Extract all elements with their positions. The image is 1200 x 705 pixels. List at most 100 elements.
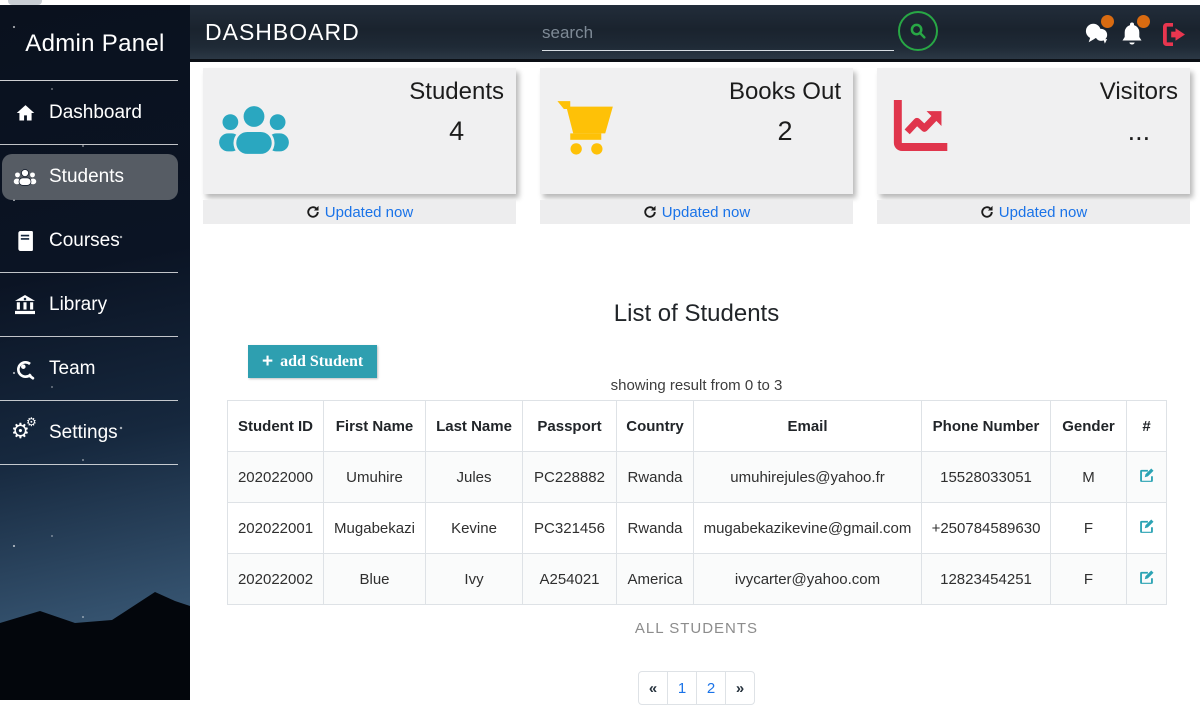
stat-value: 4 — [449, 116, 464, 147]
stat-card-visitors: Visitors ... — [877, 68, 1190, 194]
home-icon — [13, 102, 37, 124]
sidebar: Admin Panel Dashboard — [0, 5, 190, 700]
sidebar-item-label: Students — [49, 166, 124, 188]
refresh-icon — [306, 205, 320, 219]
sidebar-item-students[interactable]: Students — [0, 145, 190, 209]
sidebar-item-team[interactable]: Team — [0, 337, 190, 401]
cell-gender: F — [1051, 554, 1127, 605]
stat-value: ... — [1128, 116, 1151, 147]
showing-results-text: showing result from 0 to 3 — [203, 377, 1190, 394]
col-header: Last Name — [426, 401, 523, 452]
add-student-button[interactable]: + add Student — [248, 345, 377, 378]
admin-dashboard-page: Admin Panel Dashboard — [0, 0, 1200, 700]
gears-icon: ⚙⚙ — [13, 422, 37, 444]
users-icon — [13, 166, 37, 188]
sidebar-item-settings[interactable]: ⚙⚙ Settings — [0, 401, 190, 465]
cell-last-name: Jules — [426, 452, 523, 503]
col-header: Passport — [523, 401, 617, 452]
cell-first-name: Mugabekazi — [324, 503, 426, 554]
col-header: Email — [694, 401, 922, 452]
cell-gender: M — [1051, 452, 1127, 503]
stat-footer-students: Updated now — [203, 200, 516, 224]
stat-footer-visitors: Updated now — [877, 200, 1190, 224]
cell-student-id: 202022001 — [228, 503, 324, 554]
chat-badge — [1101, 15, 1114, 28]
plus-icon: + — [262, 352, 273, 371]
browser-tab-remnant — [8, 0, 42, 5]
cell-first-name: Blue — [324, 554, 426, 605]
refresh-icon — [643, 205, 657, 219]
sidebar-item-library[interactable]: Library — [0, 273, 190, 337]
stat-label: Visitors — [1100, 78, 1178, 106]
table-row: 202022001 Mugabekazi Kevine PC321456 Rwa… — [228, 503, 1167, 554]
list-of-students-heading: List of Students — [203, 300, 1190, 328]
sidebar-item-dashboard[interactable]: Dashboard — [0, 81, 190, 145]
sidebar-item-label: Team — [49, 358, 95, 380]
updated-link[interactable]: Updated now — [999, 204, 1087, 221]
cell-student-id: 202022002 — [228, 554, 324, 605]
bank-icon — [13, 294, 37, 316]
bell-badge — [1137, 15, 1150, 28]
col-header: First Name — [324, 401, 426, 452]
users-icon — [218, 102, 290, 163]
cell-email: mugabekazikevine@gmail.com — [694, 503, 922, 554]
cell-email: ivycarter@yahoo.com — [694, 554, 922, 605]
book-icon — [13, 230, 37, 252]
updated-link[interactable]: Updated now — [662, 204, 750, 221]
refresh-icon — [980, 205, 994, 219]
table-row: 202022000 Umuhire Jules PC228882 Rwanda … — [228, 452, 1167, 503]
sidebar-item-courses[interactable]: Courses — [0, 209, 190, 273]
sidebar-nav: Dashboard Students — [0, 81, 190, 465]
cell-passport: A254021 — [523, 554, 617, 605]
col-header: Country — [617, 401, 694, 452]
cell-phone: 12823454251 — [922, 554, 1051, 605]
sidebar-item-label: Courses — [49, 230, 120, 252]
logout-icon[interactable] — [1162, 23, 1188, 49]
cell-passport: PC228882 — [523, 452, 617, 503]
search-icon — [908, 21, 928, 41]
sidebar-title: Admin Panel — [0, 5, 190, 68]
col-header: Gender — [1051, 401, 1127, 452]
cell-phone: 15528033051 — [922, 452, 1051, 503]
table-header-row: Student ID First Name Last Name Passport… — [228, 401, 1167, 452]
stat-card-students: Students 4 — [203, 68, 516, 194]
headset-icon — [13, 358, 37, 380]
sidebar-item-label: Settings — [49, 422, 118, 444]
cell-email: umuhirejules@yahoo.fr — [694, 452, 922, 503]
cell-passport: PC321456 — [523, 503, 617, 554]
browser-edge — [0, 0, 1200, 5]
stat-label: Students — [409, 78, 504, 106]
pen-square-icon[interactable] — [1138, 467, 1155, 484]
cell-phone: +250784589630 — [922, 503, 1051, 554]
col-header: Phone Number — [922, 401, 1051, 452]
cart-icon — [555, 96, 619, 163]
cell-country: Rwanda — [617, 452, 694, 503]
cell-country: Rwanda — [617, 503, 694, 554]
search-button[interactable] — [898, 11, 938, 51]
col-header: # — [1127, 401, 1167, 452]
col-header: Student ID — [228, 401, 324, 452]
stat-value: 2 — [777, 116, 792, 147]
topbar: DASHBOARD — [190, 5, 1200, 62]
stat-footer-books-out: Updated now — [540, 200, 853, 224]
stat-card-books-out: Books Out 2 — [540, 68, 853, 194]
cell-country: America — [617, 554, 694, 605]
table-row: 202022002 Blue Ivy A254021 America ivyca… — [228, 554, 1167, 605]
bell-icon[interactable] — [1120, 21, 1146, 47]
cell-student-id: 202022000 — [228, 452, 324, 503]
all-students-label: ALL STUDENTS — [203, 620, 1190, 637]
page-title: DASHBOARD — [205, 19, 360, 46]
chart-line-icon — [892, 100, 948, 157]
search-input[interactable] — [542, 15, 894, 51]
pen-square-icon[interactable] — [1138, 569, 1155, 586]
cell-first-name: Umuhire — [324, 452, 426, 503]
students-table: Student ID First Name Last Name Passport… — [227, 400, 1167, 605]
cell-gender: F — [1051, 503, 1127, 554]
chat-icon[interactable] — [1084, 21, 1110, 47]
pen-square-icon[interactable] — [1138, 518, 1155, 535]
sidebar-item-label: Library — [49, 294, 107, 316]
stat-label: Books Out — [729, 78, 841, 106]
cell-last-name: Ivy — [426, 554, 523, 605]
updated-link[interactable]: Updated now — [325, 204, 413, 221]
sidebar-item-label: Dashboard — [49, 102, 142, 124]
